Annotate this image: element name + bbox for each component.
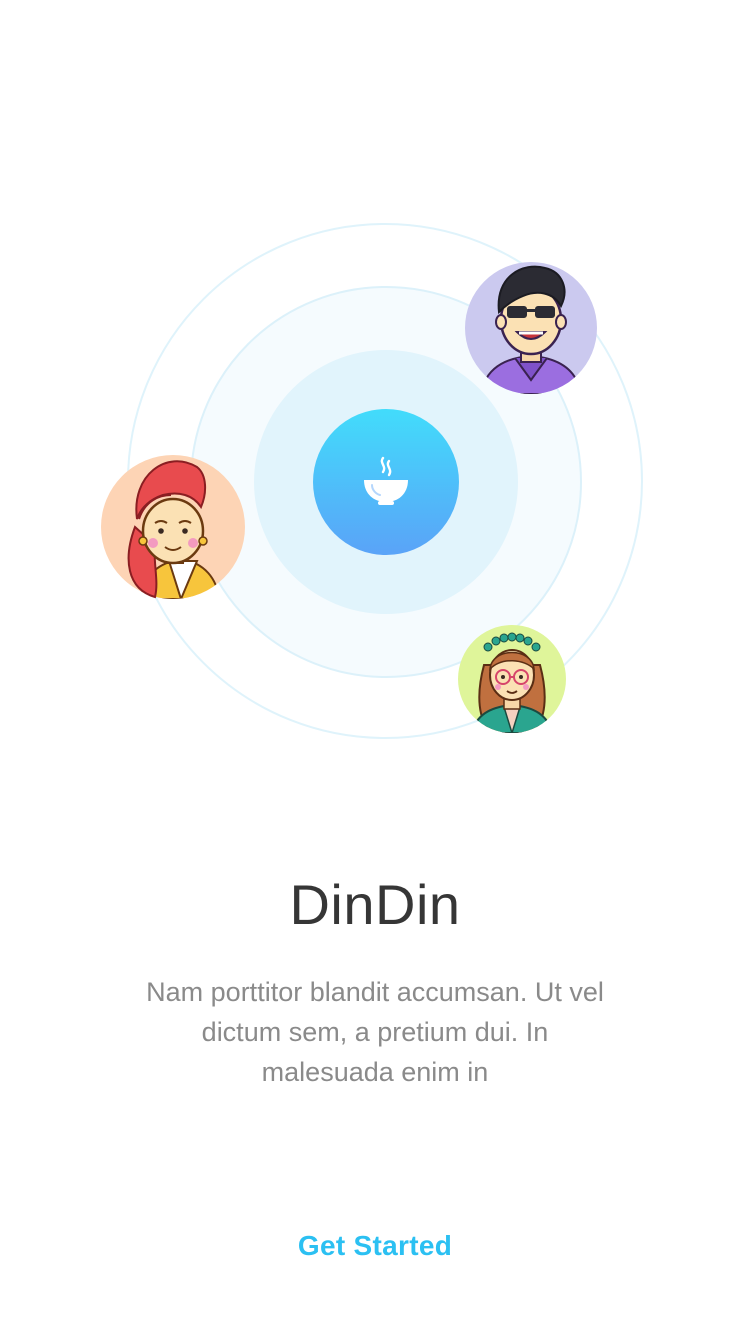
app-description: Nam porttitor blandit accumsan. Ut vel d… — [146, 977, 604, 1087]
orbit-illustration — [0, 200, 750, 780]
onboarding-screen: DinDin Nam porttitor blandit accumsan. U… — [0, 0, 750, 1334]
app-title: DinDin — [289, 873, 461, 936]
get-started-button[interactable]: Get Started — [225, 1224, 525, 1268]
man-avatar — [465, 262, 597, 394]
woman-avatar — [101, 455, 245, 599]
girl-avatar — [458, 625, 566, 733]
center-disc — [313, 409, 459, 555]
steaming-bowl-icon — [364, 456, 408, 505]
